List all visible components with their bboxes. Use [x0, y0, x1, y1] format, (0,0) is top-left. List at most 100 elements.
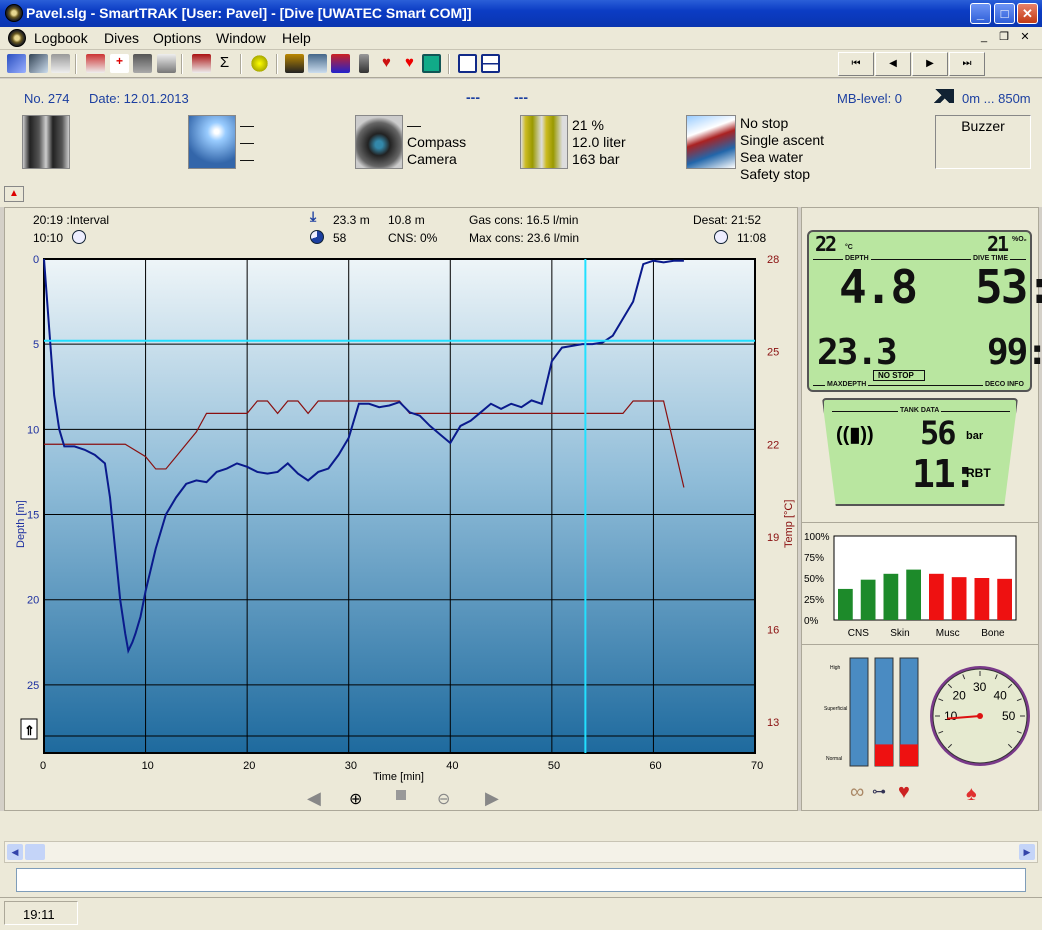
- lcd-dive-time: 53:: [975, 260, 1042, 314]
- horizontal-scrollbar[interactable]: ◀ ▶: [4, 841, 1038, 863]
- command-field[interactable]: [16, 868, 1026, 892]
- equipment-line-2: Compass: [407, 134, 467, 150]
- gauges-area: High Superficial Normal ∞ ⊶ ♥ 10 20 30 40 50 ♠: [824, 657, 1030, 805]
- buddy-photo[interactable]: [22, 115, 70, 169]
- dial-label: 30: [973, 680, 987, 694]
- title-bar[interactable]: Pavel.slg - SmartTRAK [User: Pavel] - [D…: [0, 0, 1042, 27]
- dive-profile-chart[interactable]: 0 10 20 30 40 50 60 70 0 5 10 15 20 25 28 25 22 19 16 13 Ti…: [5, 248, 797, 808]
- next-dive-button[interactable]: ▶: [912, 52, 948, 76]
- dial-label: 10: [944, 709, 958, 723]
- safety-stop: Safety stop: [740, 166, 811, 182]
- collapse-toggle[interactable]: ▲: [4, 186, 24, 202]
- tissue-label: Skin: [890, 628, 909, 639]
- plot-area[interactable]: [43, 258, 756, 754]
- tissue-label: CNS: [848, 628, 869, 639]
- equipment-photo[interactable]: [355, 115, 403, 169]
- exit-clock-icon: [714, 230, 728, 244]
- lcd-temp-unit: °C: [845, 244, 853, 251]
- tank-icon[interactable]: [359, 54, 369, 73]
- lcd-deco-label: DECO INFO: [983, 381, 1026, 388]
- window-icon[interactable]: [458, 54, 477, 73]
- split-window-icon[interactable]: [481, 54, 500, 73]
- dial-hub: [977, 713, 983, 719]
- mdi-restore-button[interactable]: ❐: [995, 29, 1013, 46]
- menu-dives[interactable]: Dives: [104, 30, 139, 46]
- heart-icon[interactable]: ♥: [377, 54, 396, 73]
- open-logbook-icon[interactable]: [7, 54, 26, 73]
- dive-duration: 58: [333, 231, 347, 245]
- y-tick-label: 10: [27, 424, 39, 436]
- heartrate-icon[interactable]: ♥: [400, 54, 419, 73]
- import-icon[interactable]: [29, 54, 48, 73]
- conditions-photo[interactable]: [686, 115, 736, 169]
- maximize-button[interactable]: □: [994, 3, 1015, 24]
- signal-icon: ((▮)): [836, 424, 874, 446]
- new-dive-icon[interactable]: +: [110, 54, 129, 73]
- properties-icon[interactable]: [157, 54, 176, 73]
- gauge-level-label: Superficial: [824, 706, 847, 712]
- zoom-out-icon[interactable]: ⊖: [437, 791, 450, 808]
- avg-depth: 10.8 m: [388, 213, 425, 227]
- prev-dive-button[interactable]: ◀: [875, 52, 911, 76]
- minimize-button[interactable]: _: [970, 3, 991, 24]
- scroll-left-arrow-icon[interactable]: ◀: [7, 844, 23, 860]
- sort-icon[interactable]: [192, 54, 211, 73]
- gas-mix: 21 %: [572, 117, 604, 133]
- download-icon[interactable]: [86, 54, 105, 73]
- mdi-minimize-button[interactable]: _: [975, 29, 993, 46]
- sum-icon[interactable]: Σ: [215, 54, 234, 73]
- duration-icon: [310, 230, 324, 244]
- lcd-icon[interactable]: [422, 54, 441, 73]
- weather-line-1: —: [240, 117, 254, 133]
- menu-options[interactable]: Options: [153, 30, 201, 46]
- buddy-icon[interactable]: [285, 54, 304, 73]
- print-icon[interactable]: [51, 54, 70, 73]
- lcd-temperature: 22: [815, 232, 837, 256]
- equipment-line-1: —: [407, 117, 421, 133]
- scroll-right-icon[interactable]: ▶: [485, 788, 499, 808]
- stop-icon[interactable]: [396, 790, 406, 800]
- close-button[interactable]: ✕: [1017, 3, 1038, 24]
- menu-help[interactable]: Help: [282, 30, 311, 46]
- scroll-right-arrow-icon[interactable]: ▶: [1019, 844, 1035, 860]
- level-gauge-fill: [900, 744, 918, 766]
- document-icon[interactable]: [8, 29, 26, 47]
- level-gauge-fill: [875, 744, 893, 766]
- status-time: 19:11: [4, 901, 78, 925]
- tank-unit: bar: [966, 430, 984, 442]
- last-dive-button[interactable]: ⏭: [949, 52, 985, 76]
- menu-window[interactable]: Window: [216, 30, 266, 46]
- tank-photo[interactable]: [520, 115, 568, 169]
- y2-tick-label: 16: [767, 625, 779, 637]
- light-icon[interactable]: [250, 54, 269, 73]
- exit-time: 11:08: [737, 231, 767, 245]
- graph-icon[interactable]: [331, 54, 350, 73]
- tissue-y-tick: 100%: [804, 532, 830, 543]
- dive-location-placeholder: ---: [514, 89, 528, 105]
- gauge-level-label: High: [830, 665, 841, 671]
- entry-time: 10:10: [33, 231, 64, 245]
- lungs-small-icon: ∞: [850, 781, 864, 803]
- menu-logbook[interactable]: Logbook: [34, 30, 88, 46]
- y-tick-label: 15: [27, 510, 39, 522]
- lcd-depth: 4.8: [839, 260, 918, 314]
- scroll-left-icon[interactable]: ◀: [307, 788, 321, 808]
- y-tick-label: 0: [33, 254, 39, 266]
- lcd-maxdepth-label: MAXDEPTH: [825, 381, 869, 388]
- app-icon[interactable]: [5, 4, 23, 22]
- weather-line-3: —: [240, 151, 254, 167]
- buzzer-box[interactable]: Buzzer: [935, 115, 1031, 169]
- mdi-close-button[interactable]: ✕: [1016, 29, 1034, 46]
- lungs-icon: ♠: [966, 783, 977, 805]
- altitude-range: 0m ... 850m: [962, 91, 1031, 106]
- tissue-y-tick: 75%: [804, 553, 824, 564]
- delete-icon[interactable]: [133, 54, 152, 73]
- first-dive-button[interactable]: ⏮: [838, 52, 874, 76]
- scroll-thumb[interactable]: [25, 844, 45, 860]
- profile-icon[interactable]: [308, 54, 327, 73]
- zoom-in-icon[interactable]: ⊕: [349, 791, 362, 808]
- tank-pressure-lcd: 56: [920, 414, 957, 452]
- tissue-bar: [997, 578, 1012, 620]
- weather-photo[interactable]: [188, 115, 236, 169]
- x-tick-label: 10: [142, 760, 154, 772]
